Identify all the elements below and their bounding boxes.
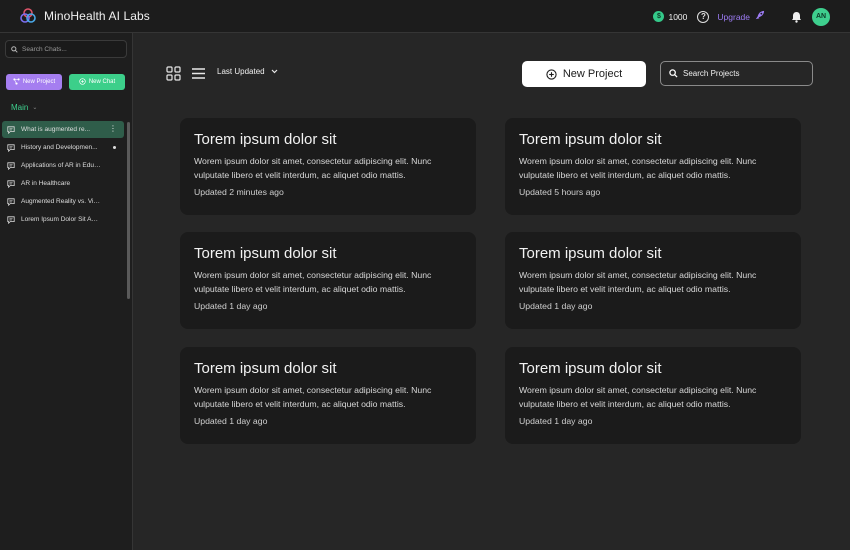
- project-icon: [13, 77, 20, 87]
- project-card[interactable]: Torem ipsum dolor sit Worem ipsum dolor …: [505, 347, 801, 444]
- chevron-down-icon: ⌄: [32, 105, 38, 111]
- chat-bubble-icon: [7, 197, 15, 206]
- chat-item-label: Augmented Reality vs. Virtu...: [21, 198, 101, 205]
- project-description-line: Worem ipsum dolor sit amet, consectetur …: [194, 156, 432, 166]
- chat-item[interactable]: AR in Healthcare: [2, 175, 124, 192]
- chat-item-label: History and Developmen...: [21, 144, 98, 151]
- project-updated: Updated 5 hours ago: [519, 187, 601, 197]
- project-description: Worem ipsum dolor sit amet, consectetur …: [194, 268, 462, 296]
- project-updated: Updated 1 day ago: [194, 416, 268, 426]
- project-card[interactable]: Torem ipsum dolor sit Worem ipsum dolor …: [505, 232, 801, 329]
- chat-bubble-icon: [7, 161, 15, 170]
- help-icon[interactable]: ?: [697, 10, 710, 23]
- project-description: Worem ipsum dolor sit amet, consectetur …: [519, 154, 787, 182]
- project-title: Torem ipsum dolor sit: [519, 131, 662, 148]
- chat-item-label: AR in Healthcare: [21, 180, 71, 187]
- project-card[interactable]: Torem ipsum dolor sit Worem ipsum dolor …: [505, 118, 801, 215]
- chat-search-box[interactable]: [5, 40, 127, 58]
- chat-item[interactable]: Applications of AR in Educa...: [2, 157, 124, 174]
- project-description-line: vulputate libero et velit interdum, ac a…: [194, 399, 406, 409]
- project-card[interactable]: Torem ipsum dolor sit Worem ipsum dolor …: [180, 232, 476, 329]
- upgrade-label: Upgrade: [717, 11, 750, 22]
- sort-label: Last Updated: [217, 67, 265, 76]
- coin-icon: $: [653, 11, 665, 22]
- project-description-line: vulputate libero et velit interdum, ac a…: [194, 170, 406, 180]
- app-name: MinoHealth AI Labs: [44, 9, 150, 23]
- chat-item[interactable]: Lorem Ipsum Dolor Sit Amet: [2, 211, 124, 228]
- user-avatar[interactable]: AN: [812, 7, 830, 26]
- project-description-line: Worem ipsum dolor sit amet, consectetur …: [519, 156, 757, 166]
- brand[interactable]: MinoHealth AI Labs: [20, 8, 150, 24]
- credits-value: 1000: [668, 11, 688, 22]
- project-description: Worem ipsum dolor sit amet, consectetur …: [194, 154, 462, 182]
- chat-list: What is augmented re... ⋮ History and De…: [2, 121, 124, 229]
- new-chat-label: New Chat: [88, 79, 116, 85]
- sidebar: New Project New Chat Main ⌄ What is augm…: [0, 33, 133, 550]
- sidebar-scrollbar[interactable]: [127, 122, 130, 299]
- project-description-line: Worem ipsum dolor sit amet, consectetur …: [519, 385, 757, 395]
- project-description: Worem ipsum dolor sit amet, consectetur …: [519, 383, 787, 411]
- chat-bubble-icon: [7, 143, 15, 152]
- project-description-line: Worem ipsum dolor sit amet, consectetur …: [194, 385, 432, 395]
- new-project-label: New Project: [562, 68, 623, 80]
- chevron-down-icon: [271, 69, 278, 74]
- project-updated: Updated 1 day ago: [194, 301, 268, 311]
- project-description-line: Worem ipsum dolor sit amet, consectetur …: [194, 270, 432, 280]
- project-title: Torem ipsum dolor sit: [519, 245, 662, 262]
- brand-logo-icon: [20, 8, 36, 24]
- project-title: Torem ipsum dolor sit: [194, 360, 337, 377]
- new-project-sidebar-button[interactable]: New Project: [6, 74, 62, 90]
- chat-item[interactable]: Augmented Reality vs. Virtu...: [2, 193, 124, 210]
- project-title: Torem ipsum dolor sit: [194, 131, 337, 148]
- chat-bubble-icon: [7, 215, 15, 224]
- project-title: Torem ipsum dolor sit: [194, 245, 337, 262]
- chat-item[interactable]: What is augmented re... ⋮: [2, 121, 124, 138]
- sort-dropdown[interactable]: Last Updated: [217, 67, 278, 76]
- notification-bell-icon[interactable]: [791, 11, 802, 23]
- project-description-line: Worem ipsum dolor sit amet, consectetur …: [519, 270, 757, 280]
- new-project-sidebar-label: New Project: [22, 79, 56, 85]
- project-card[interactable]: Torem ipsum dolor sit Worem ipsum dolor …: [180, 347, 476, 444]
- project-description-line: vulputate libero et velit interdum, ac a…: [519, 170, 731, 180]
- chat-item[interactable]: History and Developmen...: [2, 139, 124, 156]
- project-title: Torem ipsum dolor sit: [519, 360, 662, 377]
- chat-item-label: Applications of AR in Educa...: [21, 162, 101, 169]
- section-main-toggle[interactable]: Main ⌄: [11, 103, 37, 112]
- upgrade-button[interactable]: Upgrade: [717, 10, 765, 24]
- search-icon: [11, 45, 18, 53]
- section-main-label: Main: [11, 103, 29, 112]
- chat-bubble-icon: [7, 125, 15, 134]
- project-description-line: vulputate libero et velit interdum, ac a…: [194, 284, 406, 294]
- rocket-icon: [754, 10, 765, 24]
- project-search-input[interactable]: [683, 69, 803, 78]
- grid-view-icon[interactable]: [166, 66, 181, 81]
- project-description-line: vulputate libero et velit interdum, ac a…: [519, 399, 731, 409]
- chat-search-input[interactable]: [22, 45, 122, 53]
- credits-display: $ 1000: [653, 11, 687, 22]
- project-card[interactable]: Torem ipsum dolor sit Worem ipsum dolor …: [180, 118, 476, 215]
- top-bar: MinoHealth AI Labs $ 1000 ? Upgrade AN: [0, 0, 850, 33]
- list-view-icon[interactable]: [191, 67, 206, 85]
- plus-circle-icon: [79, 77, 86, 87]
- chat-item-label: Lorem Ipsum Dolor Sit Amet: [21, 216, 101, 223]
- new-project-button[interactable]: New Project: [522, 61, 646, 87]
- chat-item-label: What is augmented re...: [21, 126, 91, 133]
- search-icon: [669, 69, 678, 78]
- project-updated: Updated 1 day ago: [519, 301, 593, 311]
- plus-circle-icon: [546, 68, 557, 80]
- more-vertical-icon[interactable]: ⋮: [109, 124, 117, 134]
- project-updated: Updated 2 minutes ago: [194, 187, 284, 197]
- top-right-controls: $ 1000 ? Upgrade AN: [653, 0, 830, 33]
- project-search-box[interactable]: [660, 61, 813, 86]
- project-updated: Updated 1 day ago: [519, 416, 593, 426]
- unread-dot: [113, 146, 116, 149]
- project-description-line: vulputate libero et velit interdum, ac a…: [519, 284, 731, 294]
- project-description: Worem ipsum dolor sit amet, consectetur …: [519, 268, 787, 296]
- new-chat-button[interactable]: New Chat: [69, 74, 125, 90]
- chat-bubble-icon: [7, 179, 15, 188]
- project-description: Worem ipsum dolor sit amet, consectetur …: [194, 383, 462, 411]
